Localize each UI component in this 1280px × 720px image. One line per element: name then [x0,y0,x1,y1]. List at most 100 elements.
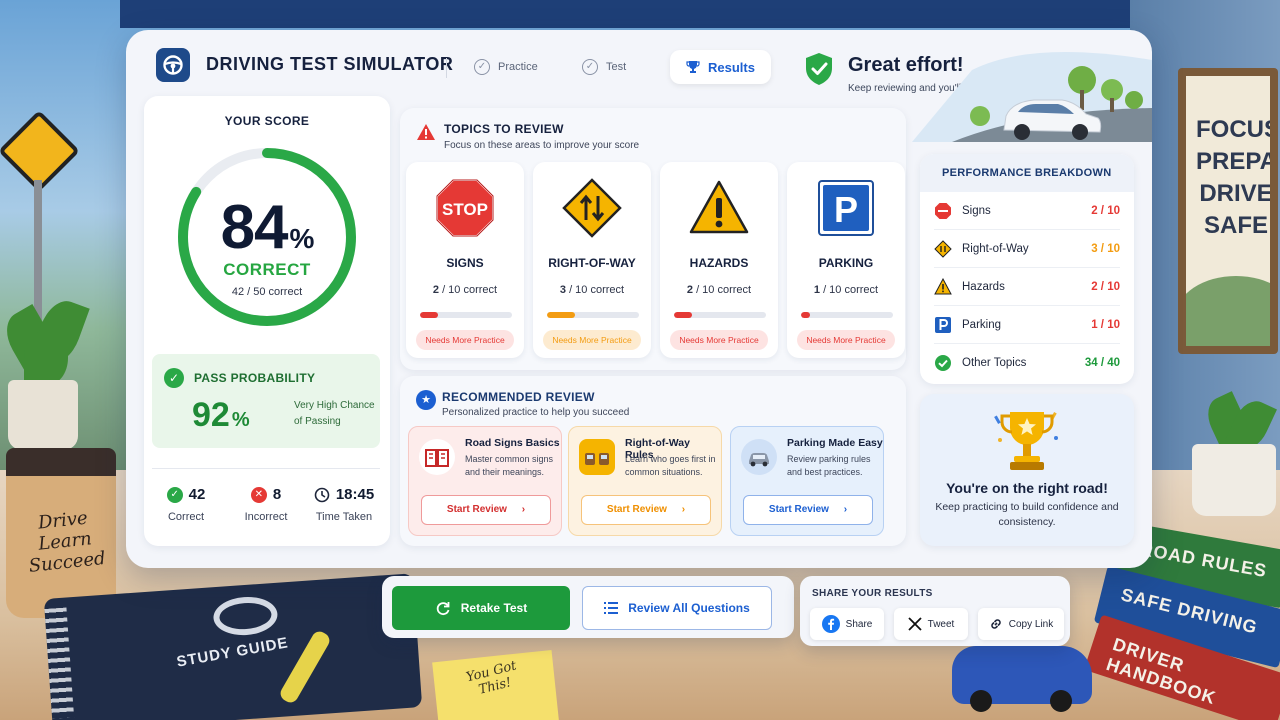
share-facebook-button[interactable]: Share [810,608,884,640]
list-icon [604,602,619,614]
coffee-cup: Drive Learn Succeed [6,448,116,618]
stop-sign-text: STOP [442,200,488,219]
study-guide-notebook: STUDY GUIDE [43,573,423,720]
breakdown-value: 3 / 10 [1091,242,1120,255]
right-of-way-sign-icon [934,239,952,258]
topic-progress-bar [674,312,766,318]
copy-link-button[interactable]: Copy Link [978,608,1064,640]
shield-check-icon [806,53,832,85]
trophy-icon [994,412,1058,470]
breakdown-value: 34 / 40 [1084,357,1120,369]
needs-practice-badge: Needs More Practice [416,330,514,350]
topic-card-parking[interactable]: P PARKING 1 / 10 correct Needs More Prac… [787,162,905,358]
retake-test-button[interactable]: Retake Test [392,586,570,630]
topic-name: SIGNS [446,256,484,270]
check-circle-icon: ✓ [582,59,598,75]
pass-probability-value: 92% [192,396,250,434]
x-icon [908,617,922,631]
recommended-subtitle: Personalized practice to help you succee… [442,407,630,418]
needs-practice-badge: Needs More Practice [543,330,641,350]
topic-count: 2 / 10 correct [432,284,498,296]
stat-time: 18:45 Time Taken [304,486,384,523]
stat-incorrect-value: 8 [272,486,282,503]
check-circle-icon: ✓ [164,368,184,388]
trophy-subtitle: Keep practicing to build confidence and … [935,501,1119,528]
pass-probability-box: ✓ PASS PROBABILITY 92% Very High Chance … [152,354,380,448]
link-icon [991,619,1001,629]
breakdown-value: 2 / 10 [1091,280,1120,293]
rec-desc: Review parking rules and best practices. [787,454,871,477]
rec-card-parking[interactable]: Parking Made Easy Review parking rules a… [730,426,884,536]
facebook-icon [821,615,840,633]
stop-sign-icon [935,202,951,219]
step-results-label: Results [708,59,755,75]
breakdown-name: Other Topics [962,357,1027,369]
stat-incorrect-label: Incorrect [244,511,288,523]
check-circle-icon: ✓ [166,486,183,503]
breakdown-row-signs: Signs 2 / 10 [934,192,1120,230]
start-review-button[interactable]: Start Review › [421,495,551,525]
check-circle-icon: ✓ [474,59,490,75]
step-results[interactable]: Results [670,50,771,84]
topics-title: TOPICS TO REVIEW [444,122,564,136]
rec-title: Road Signs Basics [465,437,560,449]
sticky-note-text: You Got This! [464,658,519,698]
action-bar: Retake Test Review All Questions [382,576,794,638]
stop-sign-icon: STOP [436,179,494,237]
breakdown-row-right-of-way: Right-of-Way 3 / 10 [934,230,1120,268]
topic-name: RIGHT-OF-WAY [548,256,636,270]
stat-correct: ✓ 42 Correct [146,486,226,523]
breakdown-name: Signs [962,204,991,217]
breakdown-name: Hazards [962,280,1005,293]
topic-name: PARKING [818,256,874,270]
breakdown-name: Parking [962,318,1001,331]
start-review-button[interactable]: Start Review › [743,495,873,525]
topic-progress-bar [420,312,512,318]
topic-card-right-of-way[interactable]: RIGHT-OF-WAY 3 / 10 correct Needs More P… [533,162,651,358]
header: DRIVING TEST SIMULATOR ✓ Practice ✓ Test… [126,30,1152,142]
rec-card-road-signs[interactable]: Road Signs Basics Master common signs an… [408,426,562,536]
window-frame [120,0,1160,28]
topic-card-hazards[interactable]: HAZARDS 2 / 10 correct Needs More Practi… [660,162,778,358]
parking-sign-icon [935,316,951,333]
toy-car [952,646,1092,712]
divider [152,468,380,469]
step-test[interactable]: ✓ Test [582,50,626,84]
refresh-icon [436,602,450,616]
topic-card-signs[interactable]: STOP SIGNS 2 / 10 correct Needs More Pra… [406,162,524,358]
rec-card-right-of-way[interactable]: Right-of-Way Rules Learn who goes first … [568,426,722,536]
plant-pot-left [8,380,78,450]
clock-icon [314,487,330,502]
check-circle-icon [935,355,951,371]
rec-title: Parking Made Easy [787,437,883,449]
chevron-right-icon: › [681,504,686,515]
plant-pot-right [1192,444,1276,516]
step-practice[interactable]: ✓ Practice [474,50,538,84]
pass-probability-label: PASS PROBABILITY [194,371,316,385]
results-panel: DRIVING TEST SIMULATOR ✓ Practice ✓ Test… [126,30,1152,568]
notebook-title: STUDY GUIDE [175,634,290,671]
needs-practice-badge: Needs More Practice [670,330,768,350]
breakdown-title: PERFORMANCE BREAKDOWN [942,167,1112,179]
hazard-sign-icon [934,277,952,294]
encouragement-card: You're on the right road! Keep practicin… [920,394,1134,546]
score-percent: 84% [220,193,315,262]
recommended-title: RECOMMENDED REVIEW [442,390,595,404]
score-label: CORRECT [223,260,311,279]
breakdown-value: 1 / 10 [1091,318,1120,331]
step-practice-label: Practice [498,61,538,73]
breakdown-value: 2 / 10 [1091,204,1120,217]
topic-progress-bar [547,312,639,318]
share-title: SHARE YOUR RESULTS [812,588,933,599]
road-sign-pole [34,180,42,320]
share-tweet-button[interactable]: Tweet [894,608,968,640]
cars-icon [579,439,615,475]
start-review-button[interactable]: Start Review › [581,495,711,525]
review-all-questions-button[interactable]: Review All Questions [582,586,772,630]
needs-practice-badge: Needs More Practice [797,330,895,350]
chevron-right-icon: › [521,504,526,515]
poster-text: FOCUS PREPARE DRIVE SAFE [1196,116,1270,239]
step-test-label: Test [606,61,627,73]
breakdown-row-parking: Parking 1 / 10 [934,306,1120,344]
breakdown-row-hazards: Hazards 2 / 10 [934,268,1120,306]
